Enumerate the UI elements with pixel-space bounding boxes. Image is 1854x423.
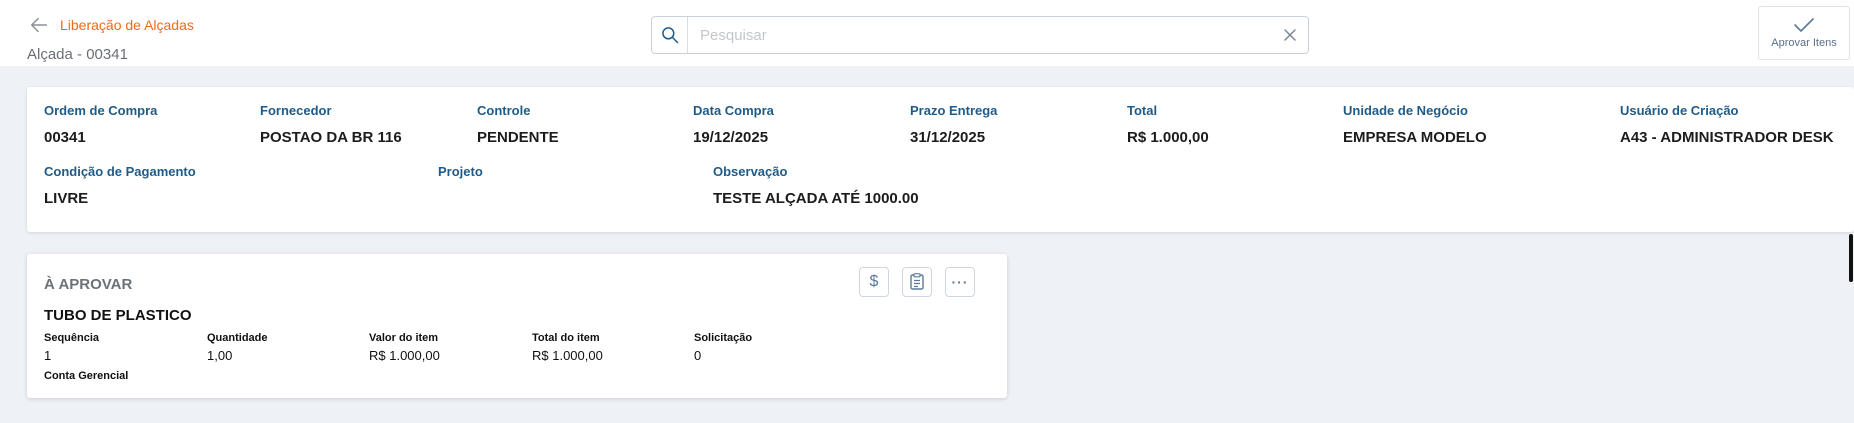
breadcrumb-link[interactable]: Liberação de Alçadas [60,17,194,33]
field-label: Total [1127,103,1158,118]
close-icon [1284,29,1296,41]
field-value: EMPRESA MODELO [1343,129,1487,146]
field-value: A43 - ADMINISTRADOR DESK [1620,129,1834,146]
item-unit-value: Valor do item R$ 1.000,00 [369,332,440,363]
col-label: Quantidade [207,332,268,344]
col-label: Solicitação [694,332,753,344]
field-business-unit: Unidade de Negócio EMPRESA MODELO [1343,103,1487,146]
search-input[interactable] [688,17,1272,53]
field-value: 31/12/2025 [910,129,986,146]
check-icon [1794,18,1814,32]
col-label: Sequência [44,332,100,344]
field-value: PENDENTE [477,129,559,146]
price-button[interactable]: $ [859,267,889,297]
item-card: À APROVAR TUBO DE PLASTICO $ ··· Sequênc… [27,254,1007,398]
search-icon[interactable] [652,17,688,53]
field-label: Usuário de Criação [1620,103,1739,118]
field-value: 19/12/2025 [693,129,769,146]
field-purchase-order: Ordem de Compra 00341 [44,103,157,146]
field-label: Prazo Entrega [910,103,998,118]
management-account-label: Conta Gerencial [44,370,129,382]
page-title: Alçada - 00341 [27,46,128,63]
field-project: Projeto [438,164,483,190]
item-actions: $ ··· [859,267,975,297]
field-label: Condição de Pagamento [44,164,196,179]
col-value: R$ 1.000,00 [369,348,440,363]
dollar-icon: $ [869,273,879,290]
more-options-button[interactable]: ··· [945,267,975,297]
col-value: 1,00 [207,348,233,363]
item-sequence: Sequência 1 [44,332,99,363]
field-value: 00341 [44,129,86,146]
search-bar [651,16,1309,54]
col-value: 0 [694,348,702,363]
field-value: TESTE ALÇADA ATÉ 1000.00 [713,190,919,207]
order-header-card: Ordem de Compra 00341 Fornecedor POSTAO … [27,87,1854,232]
document-icon [910,273,924,290]
col-value: R$ 1.000,00 [532,348,603,363]
arrow-left-icon [30,17,48,33]
col-value: 1 [44,348,52,363]
col-label: Valor do item [369,332,439,344]
more-icon: ··· [951,274,969,290]
field-label: Projeto [438,164,483,179]
clear-search-button[interactable] [1272,17,1308,53]
approve-items-label: Aprovar Itens [1771,37,1837,49]
field-label: Observação [713,164,788,179]
item-total-value: Total do item R$ 1.000,00 [532,332,603,363]
scrollbar-handle[interactable] [1849,234,1853,282]
details-button[interactable] [902,267,932,297]
col-label: Total do item [532,332,600,344]
field-label: Fornecedor [260,103,332,118]
field-label: Unidade de Negócio [1343,103,1468,118]
field-purchase-date: Data Compra 19/12/2025 [693,103,774,146]
field-total: Total R$ 1.000,00 [1127,103,1209,146]
back-button[interactable]: Liberação de Alçadas [28,14,194,36]
field-delivery-deadline: Prazo Entrega 31/12/2025 [910,103,997,146]
field-label: Ordem de Compra [44,103,158,118]
status-label: À APROVAR [44,276,133,293]
field-observation: Observação TESTE ALÇADA ATÉ 1000.00 [713,164,919,207]
field-value: LIVRE [44,190,89,207]
approve-items-button[interactable]: Aprovar Itens [1758,6,1850,60]
top-bar: Liberação de Alçadas Alçada - 00341 Apro… [0,0,1854,66]
field-value: POSTAO DA BR 116 [260,129,402,146]
field-payment-condition: Condição de Pagamento LIVRE [44,164,196,207]
field-label: Controle [477,103,531,118]
field-control: Controle PENDENTE [477,103,559,146]
field-label: Data Compra [693,103,774,118]
field-supplier: Fornecedor POSTAO DA BR 116 [260,103,402,146]
item-quantity: Quantidade 1,00 [207,332,268,363]
item-name: TUBO DE PLASTICO [44,307,192,324]
item-request: Solicitação 0 [694,332,752,363]
field-value: R$ 1.000,00 [1127,129,1209,146]
field-created-by: Usuário de Criação A43 - ADMINISTRADOR D… [1620,103,1834,146]
